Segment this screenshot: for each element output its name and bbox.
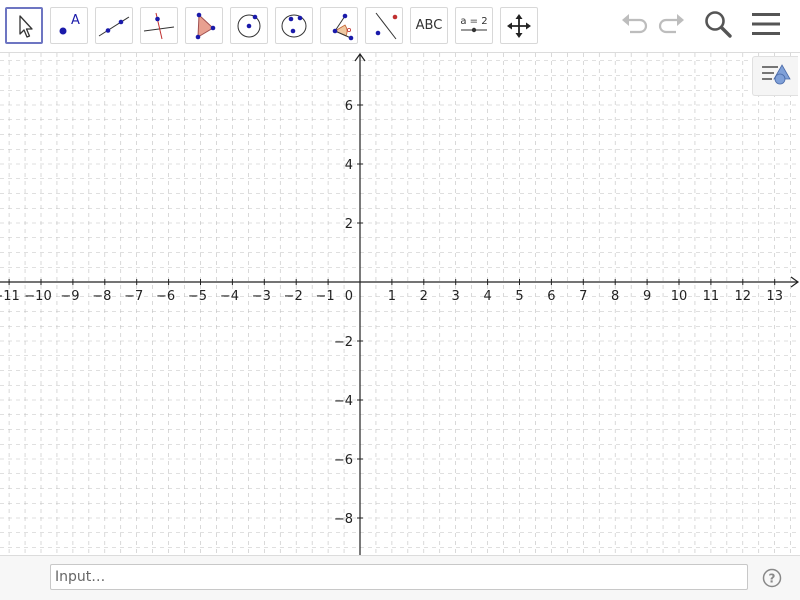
move-graphics-view-icon: [506, 13, 532, 39]
x-tick-label: 7: [579, 289, 587, 304]
circle-center-point-icon: [234, 11, 264, 41]
tool-perpendicular[interactable]: [140, 7, 178, 44]
x-tick-label: 3: [452, 289, 460, 304]
x-tick-label: −3: [252, 289, 271, 304]
x-tick-label: 12: [735, 289, 752, 304]
graphics-view[interactable]: −11−10−9−8−7−6−5−4−3−2−11234567891011121…: [0, 53, 800, 555]
undo-button[interactable]: [617, 9, 653, 43]
y-tick-label: 2: [345, 217, 353, 232]
tool-slider[interactable]: a = 2: [455, 7, 493, 44]
x-tick-label: 6: [547, 289, 555, 304]
reflect-about-line-icon: [368, 11, 400, 41]
x-tick-label: 13: [766, 289, 783, 304]
tool-text[interactable]: ABC: [410, 7, 448, 44]
main-menu-button[interactable]: [748, 9, 784, 43]
tool-angle[interactable]: [320, 7, 358, 44]
y-tick-label: −4: [334, 394, 353, 409]
undo-icon: [620, 11, 650, 41]
x-tick-label: −5: [188, 289, 207, 304]
line-through-two-points-icon: [97, 13, 131, 39]
hamburger-menu-icon: [751, 11, 781, 41]
tool-line[interactable]: [95, 7, 133, 44]
perpendicular-line-icon: [142, 11, 176, 41]
y-tick-label: −2: [334, 335, 353, 350]
style-bar-toggle-button[interactable]: [752, 56, 798, 96]
input-help-button[interactable]: ?: [762, 568, 782, 588]
x-tick-label: 8: [611, 289, 619, 304]
axis-labels: −11−10−9−8−7−6−5−4−3−2−11234567891011121…: [0, 99, 783, 527]
x-tick-label: −9: [60, 289, 79, 304]
point-icon: A: [54, 13, 84, 39]
origin-label: 0: [345, 289, 353, 304]
x-tick-label: 11: [703, 289, 720, 304]
x-tick-label: −1: [316, 289, 335, 304]
x-tick-label: 2: [420, 289, 428, 304]
help-icon: ?: [762, 568, 782, 592]
tool-point[interactable]: A: [50, 7, 88, 44]
algebra-input[interactable]: [50, 564, 748, 590]
axes: [0, 53, 800, 555]
x-tick-label: −10: [24, 289, 51, 304]
toolbar: A ABC a = 2: [0, 0, 800, 53]
y-tick-label: 6: [345, 99, 353, 114]
x-tick-label: 5: [515, 289, 523, 304]
x-tick-label: −7: [124, 289, 143, 304]
input-bar: ?: [0, 555, 800, 600]
x-tick-label: −11: [0, 289, 20, 304]
x-tick-label: 1: [388, 289, 396, 304]
tool-polygon[interactable]: [185, 7, 223, 44]
x-tick-label: 10: [671, 289, 688, 304]
tool-ellipse[interactable]: [275, 7, 313, 44]
polygon-icon: [189, 11, 219, 41]
x-tick-label: −8: [92, 289, 111, 304]
search-button[interactable]: [700, 9, 736, 43]
x-tick-label: −4: [220, 289, 239, 304]
x-tick-label: −2: [284, 289, 303, 304]
tool-move[interactable]: [5, 7, 43, 44]
angle-icon: [323, 11, 355, 41]
redo-icon: [656, 11, 686, 41]
text-icon: ABC: [415, 18, 443, 33]
ellipse-icon: [278, 11, 310, 41]
redo-button[interactable]: [653, 9, 689, 43]
tool-circle[interactable]: [230, 7, 268, 44]
svg-text:?: ?: [769, 572, 776, 586]
x-tick-label: −6: [156, 289, 175, 304]
graphics-canvas[interactable]: −11−10−9−8−7−6−5−4−3−2−11234567891011121…: [0, 53, 800, 555]
arrow-pointer-icon: [13, 14, 35, 38]
tool-move-graphics[interactable]: [500, 7, 538, 44]
search-icon: [703, 9, 733, 43]
point-icon-label: A: [71, 12, 80, 28]
graphics-style-bar-icon: [760, 61, 792, 91]
slider-icon: [459, 27, 489, 33]
tool-reflect[interactable]: [365, 7, 403, 44]
slider-icon-label: a = 2: [460, 16, 488, 27]
y-tick-label: −6: [334, 453, 353, 468]
grid: [0, 53, 800, 555]
x-tick-label: 9: [643, 289, 651, 304]
y-tick-label: 4: [345, 158, 353, 173]
y-tick-label: −8: [334, 512, 353, 527]
x-tick-label: 4: [483, 289, 491, 304]
